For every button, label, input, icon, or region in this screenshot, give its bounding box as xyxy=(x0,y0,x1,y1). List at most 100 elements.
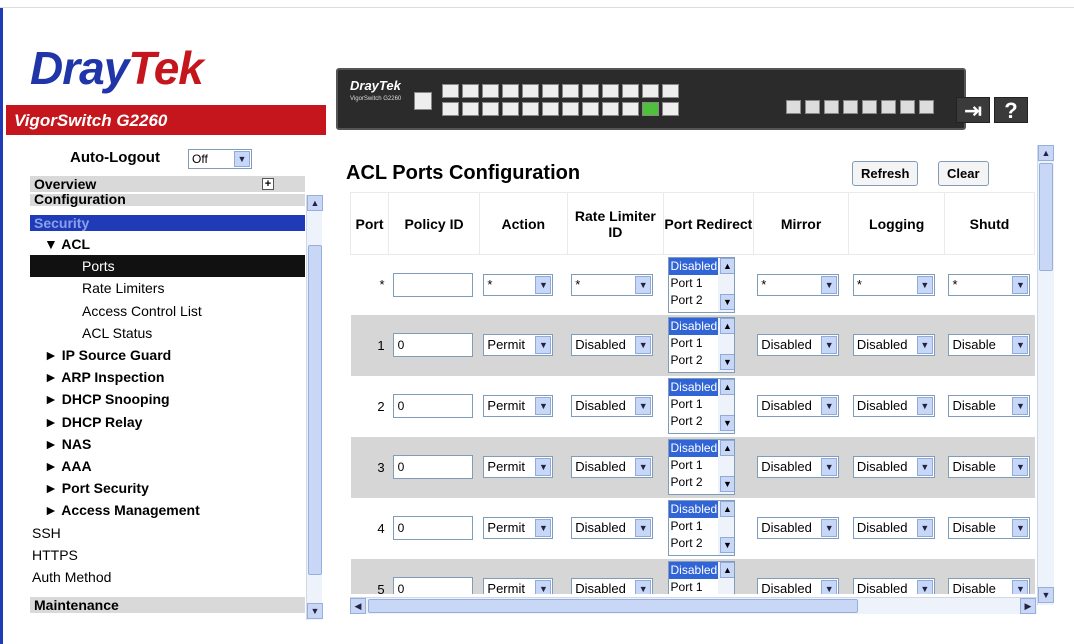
logout-button[interactable]: ⇥ xyxy=(956,97,990,123)
logging-select[interactable]: Disabled ▼ xyxy=(852,334,935,356)
sidebar-item[interactable]: Auth Method xyxy=(30,566,305,588)
sidebar-item[interactable]: ► Access Management xyxy=(30,499,305,521)
shutdown-select[interactable]: Disable ▼ xyxy=(948,517,1031,539)
action-select[interactable]: Permit ▼ xyxy=(483,334,554,356)
shutdown-select[interactable]: Disable ▼ xyxy=(948,456,1031,478)
sidebar-item[interactable]: Rate Limiters xyxy=(30,277,305,299)
scroll-up-icon[interactable]: ▲ xyxy=(719,379,734,395)
listbox-scrollbar[interactable]: ▲▼ xyxy=(717,379,734,433)
sidebar-item[interactable]: ► DHCP Relay xyxy=(30,411,305,433)
policy-id-input[interactable]: 0 xyxy=(392,455,473,479)
refresh-button[interactable]: Refresh xyxy=(852,161,919,186)
main-vertical-scrollbar[interactable]: ▲ ▼ xyxy=(1037,145,1054,605)
shutdown-select[interactable]: Disable ▼ xyxy=(948,395,1031,417)
port-redirect-listbox[interactable]: DisabledPort 1Port 2▲▼ xyxy=(667,317,735,373)
sidebar-item[interactable]: Access Control List xyxy=(30,300,305,322)
logging-select[interactable]: * ▼ xyxy=(852,273,935,296)
policy-id-input[interactable]: 0 xyxy=(392,394,473,418)
nav-section-configuration[interactable]: Configuration xyxy=(30,192,305,206)
help-button[interactable]: ? xyxy=(994,97,1028,123)
sidebar-item[interactable]: ► DHCP Snooping xyxy=(30,388,305,410)
clear-button[interactable]: Clear xyxy=(938,161,989,186)
sidebar-scrollbar[interactable]: ▲ ▼ xyxy=(306,195,323,620)
scroll-down-icon[interactable]: ▼ xyxy=(307,603,323,619)
scroll-up-icon[interactable]: ▲ xyxy=(1038,145,1054,161)
sidebar-item[interactable]: ► IP Source Guard xyxy=(30,344,305,366)
listbox-option[interactable]: Disabled xyxy=(668,318,718,335)
policy-id-input[interactable]: 0 xyxy=(392,577,473,594)
rate-limiter-select[interactable]: Disabled ▼ xyxy=(571,395,654,417)
action-select[interactable]: * ▼ xyxy=(483,273,554,296)
scroll-up-icon[interactable]: ▲ xyxy=(307,195,323,211)
port-redirect-listbox[interactable]: DisabledPort 1Port 2▲▼ xyxy=(667,500,735,556)
shutdown-select[interactable]: Disable ▼ xyxy=(948,578,1031,594)
main-scroll-thumb[interactable] xyxy=(1039,163,1053,271)
port-redirect-listbox[interactable]: DisabledPort 1Port 2▲▼ xyxy=(667,256,735,313)
rate-limiter-select[interactable]: Disabled ▼ xyxy=(571,517,654,539)
listbox-option[interactable]: Disabled xyxy=(668,257,718,275)
rate-limiter-select[interactable]: * ▼ xyxy=(571,273,654,296)
sidebar-item[interactable]: Ports xyxy=(30,255,305,278)
scroll-down-icon[interactable]: ▼ xyxy=(719,293,734,310)
expand-icon[interactable]: + xyxy=(262,178,274,190)
scroll-up-icon[interactable]: ▲ xyxy=(719,318,734,334)
sidebar-item[interactable]: ► NAS xyxy=(30,433,305,455)
listbox-scrollbar[interactable]: ▲▼ xyxy=(717,440,734,494)
listbox-option[interactable]: Disabled xyxy=(668,562,718,579)
port-redirect-listbox[interactable]: DisabledPort 1Port 2▲▼ xyxy=(667,561,735,594)
listbox-option[interactable]: Disabled xyxy=(668,379,718,396)
sidebar-item[interactable]: ► ARP Inspection xyxy=(30,366,305,388)
scroll-right-icon[interactable]: ▶ xyxy=(1020,598,1036,614)
shutdown-select[interactable]: * ▼ xyxy=(948,273,1031,296)
scroll-up-icon[interactable]: ▲ xyxy=(719,440,734,456)
nav-section-overview[interactable]: Overview + xyxy=(30,176,305,192)
sidebar-scroll-thumb[interactable] xyxy=(308,245,322,575)
scroll-up-icon[interactable]: ▲ xyxy=(719,257,734,274)
listbox-option[interactable]: Disabled xyxy=(668,440,718,457)
scroll-down-icon[interactable]: ▼ xyxy=(1038,587,1054,603)
listbox-scrollbar[interactable]: ▲▼ xyxy=(717,318,734,372)
scroll-down-icon[interactable]: ▼ xyxy=(719,354,734,370)
listbox-scrollbar[interactable]: ▲▼ xyxy=(717,562,734,594)
scroll-down-icon[interactable]: ▼ xyxy=(719,476,734,492)
scroll-down-icon[interactable]: ▼ xyxy=(719,415,734,431)
action-select[interactable]: Permit ▼ xyxy=(483,578,554,594)
policy-id-input[interactable] xyxy=(392,272,473,297)
listbox-option[interactable]: Disabled xyxy=(668,501,718,518)
mirror-select[interactable]: Disabled ▼ xyxy=(757,456,840,478)
action-select[interactable]: Permit ▼ xyxy=(483,517,554,539)
rate-limiter-select[interactable]: Disabled ▼ xyxy=(571,578,654,594)
horizontal-scroll-thumb[interactable] xyxy=(368,599,858,613)
scroll-up-icon[interactable]: ▲ xyxy=(719,562,734,578)
scroll-left-icon[interactable]: ◀ xyxy=(350,598,366,614)
nav-section-maintenance[interactable]: Maintenance xyxy=(30,597,305,613)
scroll-down-icon[interactable]: ▼ xyxy=(719,537,734,553)
main-horizontal-scrollbar[interactable]: ◀ ▶ xyxy=(350,597,1037,614)
action-select[interactable]: Permit ▼ xyxy=(483,395,554,417)
shutdown-select[interactable]: Disable ▼ xyxy=(948,334,1031,356)
mirror-select[interactable]: Disabled ▼ xyxy=(757,395,840,417)
port-redirect-listbox[interactable]: DisabledPort 1Port 2▲▼ xyxy=(667,439,735,495)
scroll-up-icon[interactable]: ▲ xyxy=(719,501,734,517)
logging-select[interactable]: Disabled ▼ xyxy=(852,517,935,539)
logging-select[interactable]: Disabled ▼ xyxy=(852,578,935,594)
sidebar-item[interactable]: SSH xyxy=(30,522,305,544)
listbox-scrollbar[interactable]: ▲▼ xyxy=(717,257,734,312)
port-redirect-listbox[interactable]: DisabledPort 1Port 2▲▼ xyxy=(667,378,735,434)
autologout-select[interactable]: Off ▼ xyxy=(188,149,252,169)
sidebar-item[interactable]: ► Port Security xyxy=(30,477,305,499)
mirror-select[interactable]: Disabled ▼ xyxy=(757,334,840,356)
logging-select[interactable]: Disabled ▼ xyxy=(852,395,935,417)
sidebar-item[interactable]: ACL Status xyxy=(30,322,305,344)
policy-id-input[interactable]: 0 xyxy=(392,333,473,357)
sidebar-item[interactable]: HTTPS xyxy=(30,544,305,566)
action-select[interactable]: Permit ▼ xyxy=(483,456,554,478)
rate-limiter-select[interactable]: Disabled ▼ xyxy=(571,456,654,478)
mirror-select[interactable]: Disabled ▼ xyxy=(757,517,840,539)
sidebar-item[interactable]: ► AAA xyxy=(30,455,305,477)
nav-section-security[interactable]: Security xyxy=(30,215,305,231)
listbox-scrollbar[interactable]: ▲▼ xyxy=(717,501,734,555)
logging-select[interactable]: Disabled ▼ xyxy=(852,456,935,478)
rate-limiter-select[interactable]: Disabled ▼ xyxy=(571,334,654,356)
sidebar-item[interactable]: ▼ ACL xyxy=(30,233,305,255)
